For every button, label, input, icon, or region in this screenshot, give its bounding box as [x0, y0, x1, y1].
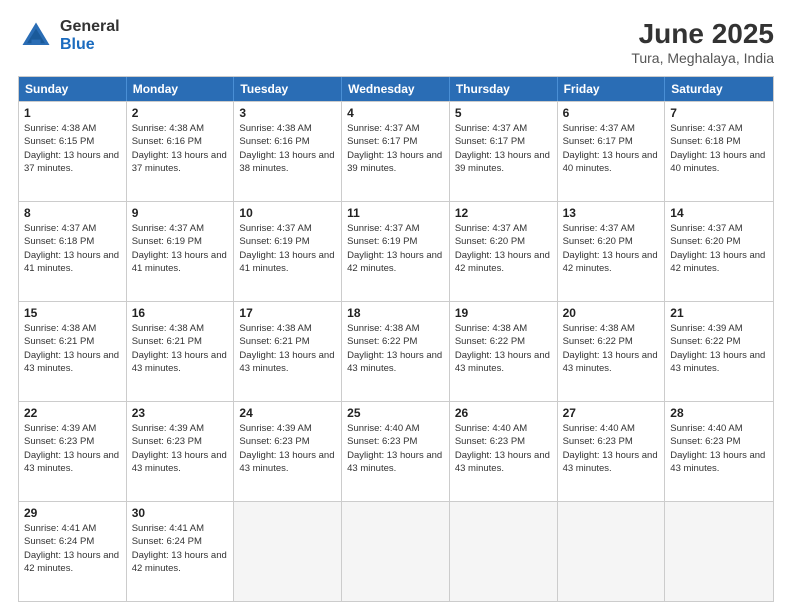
day-empty-5 — [665, 502, 773, 601]
day-21: 21 Sunrise: 4:39 AMSunset: 6:22 PMDaylig… — [665, 302, 773, 401]
day-9: 9 Sunrise: 4:37 AMSunset: 6:19 PMDayligh… — [127, 202, 235, 301]
week-5: 29 Sunrise: 4:41 AMSunset: 6:24 PMDaylig… — [19, 501, 773, 601]
calendar-title: June 2025 — [631, 18, 774, 50]
header-tuesday: Tuesday — [234, 77, 342, 101]
page: General Blue June 2025 Tura, Meghalaya, … — [0, 0, 792, 612]
day-8: 8 Sunrise: 4:37 AMSunset: 6:18 PMDayligh… — [19, 202, 127, 301]
week-4: 22 Sunrise: 4:39 AMSunset: 6:23 PMDaylig… — [19, 401, 773, 501]
day-7: 7 Sunrise: 4:37 AMSunset: 6:18 PMDayligh… — [665, 102, 773, 201]
day-24: 24 Sunrise: 4:39 AMSunset: 6:23 PMDaylig… — [234, 402, 342, 501]
day-empty-4 — [558, 502, 666, 601]
header-friday: Friday — [558, 77, 666, 101]
day-4: 4 Sunrise: 4:37 AMSunset: 6:17 PMDayligh… — [342, 102, 450, 201]
day-empty-1 — [234, 502, 342, 601]
day-20: 20 Sunrise: 4:38 AMSunset: 6:22 PMDaylig… — [558, 302, 666, 401]
day-23: 23 Sunrise: 4:39 AMSunset: 6:23 PMDaylig… — [127, 402, 235, 501]
day-15: 15 Sunrise: 4:38 AMSunset: 6:21 PMDaylig… — [19, 302, 127, 401]
day-17: 17 Sunrise: 4:38 AMSunset: 6:21 PMDaylig… — [234, 302, 342, 401]
header-saturday: Saturday — [665, 77, 773, 101]
calendar-subtitle: Tura, Meghalaya, India — [631, 50, 774, 66]
day-19: 19 Sunrise: 4:38 AMSunset: 6:22 PMDaylig… — [450, 302, 558, 401]
day-11: 11 Sunrise: 4:37 AMSunset: 6:19 PMDaylig… — [342, 202, 450, 301]
day-30: 30 Sunrise: 4:41 AMSunset: 6:24 PMDaylig… — [127, 502, 235, 601]
header: General Blue June 2025 Tura, Meghalaya, … — [18, 18, 774, 66]
header-monday: Monday — [127, 77, 235, 101]
day-2: 2 Sunrise: 4:38 AMSunset: 6:16 PMDayligh… — [127, 102, 235, 201]
day-22: 22 Sunrise: 4:39 AMSunset: 6:23 PMDaylig… — [19, 402, 127, 501]
day-25: 25 Sunrise: 4:40 AMSunset: 6:23 PMDaylig… — [342, 402, 450, 501]
week-1: 1 Sunrise: 4:38 AMSunset: 6:15 PMDayligh… — [19, 101, 773, 201]
week-2: 8 Sunrise: 4:37 AMSunset: 6:18 PMDayligh… — [19, 201, 773, 301]
day-12: 12 Sunrise: 4:37 AMSunset: 6:20 PMDaylig… — [450, 202, 558, 301]
header-thursday: Thursday — [450, 77, 558, 101]
header-sunday: Sunday — [19, 77, 127, 101]
day-10: 10 Sunrise: 4:37 AMSunset: 6:19 PMDaylig… — [234, 202, 342, 301]
day-3: 3 Sunrise: 4:38 AMSunset: 6:16 PMDayligh… — [234, 102, 342, 201]
day-27: 27 Sunrise: 4:40 AMSunset: 6:23 PMDaylig… — [558, 402, 666, 501]
day-14: 14 Sunrise: 4:37 AMSunset: 6:20 PMDaylig… — [665, 202, 773, 301]
logo-general-text: General — [60, 18, 120, 36]
calendar: Sunday Monday Tuesday Wednesday Thursday… — [18, 76, 774, 602]
calendar-header-row: Sunday Monday Tuesday Wednesday Thursday… — [19, 77, 773, 101]
title-block: June 2025 Tura, Meghalaya, India — [631, 18, 774, 66]
day-empty-2 — [342, 502, 450, 601]
day-5: 5 Sunrise: 4:37 AMSunset: 6:17 PMDayligh… — [450, 102, 558, 201]
day-1: 1 Sunrise: 4:38 AMSunset: 6:15 PMDayligh… — [19, 102, 127, 201]
day-28: 28 Sunrise: 4:40 AMSunset: 6:23 PMDaylig… — [665, 402, 773, 501]
logo: General Blue — [18, 18, 120, 54]
calendar-body: 1 Sunrise: 4:38 AMSunset: 6:15 PMDayligh… — [19, 101, 773, 601]
week-3: 15 Sunrise: 4:38 AMSunset: 6:21 PMDaylig… — [19, 301, 773, 401]
logo-icon — [18, 18, 54, 54]
day-13: 13 Sunrise: 4:37 AMSunset: 6:20 PMDaylig… — [558, 202, 666, 301]
day-16: 16 Sunrise: 4:38 AMSunset: 6:21 PMDaylig… — [127, 302, 235, 401]
header-wednesday: Wednesday — [342, 77, 450, 101]
day-empty-3 — [450, 502, 558, 601]
logo-text: General Blue — [60, 18, 120, 53]
day-29: 29 Sunrise: 4:41 AMSunset: 6:24 PMDaylig… — [19, 502, 127, 601]
day-18: 18 Sunrise: 4:38 AMSunset: 6:22 PMDaylig… — [342, 302, 450, 401]
logo-blue-text: Blue — [60, 36, 120, 54]
day-26: 26 Sunrise: 4:40 AMSunset: 6:23 PMDaylig… — [450, 402, 558, 501]
day-6: 6 Sunrise: 4:37 AMSunset: 6:17 PMDayligh… — [558, 102, 666, 201]
